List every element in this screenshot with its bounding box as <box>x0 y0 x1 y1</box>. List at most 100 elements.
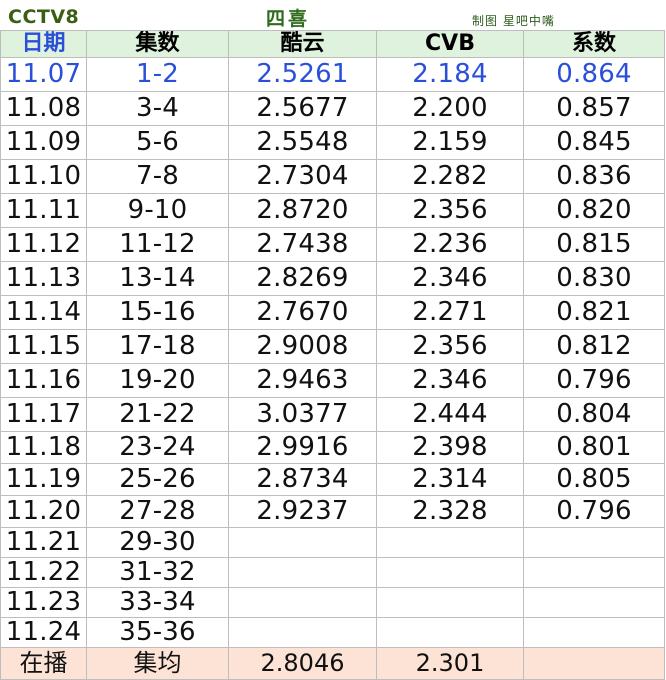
cell-cvb: 2.346 <box>376 363 524 398</box>
column-header-episodes: 集数 <box>86 30 229 58</box>
title-bar: CCTV8 四喜 制图 星吧中嘴 <box>0 0 666 32</box>
cell-episodes: 19-20 <box>86 363 229 398</box>
table-row: 11.19 25-26 2.8734 2.314 0.805 <box>0 463 665 496</box>
cell-episodes: 17-18 <box>86 329 229 364</box>
cell-kuyun <box>228 617 377 648</box>
cell-date: 11.23 <box>0 587 87 618</box>
cell-kuyun: 2.9008 <box>228 329 377 364</box>
cell-date: 11.10 <box>0 159 87 194</box>
table-row: 11.10 7-8 2.7304 2.282 0.836 <box>0 159 665 194</box>
summary-label: 在播 <box>0 647 87 680</box>
cell-episodes: 35-36 <box>86 617 229 648</box>
cell-episodes: 27-28 <box>86 495 229 528</box>
table-row: 11.14 15-16 2.7670 2.271 0.821 <box>0 295 665 330</box>
cell-date: 11.12 <box>0 227 87 262</box>
cell-cvb: 2.184 <box>376 57 524 92</box>
cell-cvb <box>376 587 524 618</box>
cell-ratio <box>523 617 665 648</box>
summary-type: 集均 <box>86 647 229 680</box>
table-row: 11.15 17-18 2.9008 2.356 0.812 <box>0 329 665 364</box>
cell-episodes: 23-24 <box>86 431 229 464</box>
cell-ratio: 0.830 <box>523 261 665 296</box>
cell-cvb: 2.346 <box>376 261 524 296</box>
cell-ratio: 0.812 <box>523 329 665 364</box>
cell-ratio: 0.857 <box>523 91 665 126</box>
cell-kuyun: 2.9237 <box>228 495 377 528</box>
cell-ratio: 0.804 <box>523 397 665 432</box>
cell-kuyun: 2.9916 <box>228 431 377 464</box>
cell-episodes: 7-8 <box>86 159 229 194</box>
cell-ratio <box>523 527 665 558</box>
cell-date: 11.09 <box>0 125 87 160</box>
cell-cvb <box>376 527 524 558</box>
table-row: 11.11 9-10 2.8720 2.356 0.820 <box>0 193 665 228</box>
table-row: 11.13 13-14 2.8269 2.346 0.830 <box>0 261 665 296</box>
cell-episodes: 31-32 <box>86 557 229 588</box>
cell-cvb: 2.282 <box>376 159 524 194</box>
table-row: 11.16 19-20 2.9463 2.346 0.796 <box>0 363 665 398</box>
cell-kuyun: 2.5261 <box>228 57 377 92</box>
cell-cvb: 2.200 <box>376 91 524 126</box>
cell-cvb: 2.271 <box>376 295 524 330</box>
cell-cvb: 2.314 <box>376 463 524 496</box>
cell-ratio: 0.796 <box>523 495 665 528</box>
column-header-cvb: CVB <box>376 30 524 58</box>
cell-kuyun <box>228 527 377 558</box>
ratings-table: 日期 集数 酷云 CVB 系数 11.07 1-2 2.5261 2.184 0.864… <box>0 30 665 680</box>
table-row: 11.18 23-24 2.9916 2.398 0.801 <box>0 431 665 464</box>
cell-cvb <box>376 617 524 648</box>
cell-kuyun: 2.5677 <box>228 91 377 126</box>
cell-kuyun <box>228 557 377 588</box>
table-row: 11.23 33-34 <box>0 587 665 618</box>
cell-date: 11.22 <box>0 557 87 588</box>
table-row: 11.08 3-4 2.5677 2.200 0.857 <box>0 91 665 126</box>
cell-date: 11.17 <box>0 397 87 432</box>
table-row: 11.20 27-28 2.9237 2.328 0.796 <box>0 495 665 528</box>
cell-kuyun: 2.8269 <box>228 261 377 296</box>
cell-episodes: 25-26 <box>86 463 229 496</box>
cell-date: 11.13 <box>0 261 87 296</box>
cell-date: 11.07 <box>0 57 87 92</box>
spreadsheet-view: CCTV8 四喜 制图 星吧中嘴 日期 集数 酷云 CVB 系数 11.07 1-… <box>0 0 666 680</box>
cell-ratio: 0.821 <box>523 295 665 330</box>
cell-cvb: 2.236 <box>376 227 524 262</box>
cell-cvb: 2.398 <box>376 431 524 464</box>
cell-ratio: 0.805 <box>523 463 665 496</box>
cell-kuyun: 2.8734 <box>228 463 377 496</box>
cell-episodes: 1-2 <box>86 57 229 92</box>
cell-ratio: 0.820 <box>523 193 665 228</box>
cell-ratio: 0.796 <box>523 363 665 398</box>
cell-ratio: 0.864 <box>523 57 665 92</box>
column-header-ratio: 系数 <box>523 30 665 58</box>
credit-label: 制图 星吧中嘴 <box>472 14 555 28</box>
cell-kuyun: 2.7670 <box>228 295 377 330</box>
cell-episodes: 21-22 <box>86 397 229 432</box>
cell-date: 11.24 <box>0 617 87 648</box>
cell-date: 11.19 <box>0 463 87 496</box>
table-row: 11.09 5-6 2.5548 2.159 0.845 <box>0 125 665 160</box>
cell-episodes: 33-34 <box>86 587 229 618</box>
cell-kuyun: 3.0377 <box>228 397 377 432</box>
cell-date: 11.08 <box>0 91 87 126</box>
cell-date: 11.20 <box>0 495 87 528</box>
cell-kuyun: 2.8720 <box>228 193 377 228</box>
cell-ratio <box>523 587 665 618</box>
cell-episodes: 29-30 <box>86 527 229 558</box>
summary-kuyun: 2.8046 <box>228 647 377 680</box>
cell-kuyun <box>228 587 377 618</box>
cell-episodes: 5-6 <box>86 125 229 160</box>
cell-ratio <box>523 557 665 588</box>
show-title: 四喜 <box>266 8 311 30</box>
cell-ratio: 0.836 <box>523 159 665 194</box>
table-row: 11.07 1-2 2.5261 2.184 0.864 <box>0 57 665 92</box>
summary-cvb: 2.301 <box>376 647 524 680</box>
cell-cvb: 2.356 <box>376 193 524 228</box>
column-header-date: 日期 <box>0 30 87 58</box>
table-row: 11.17 21-22 3.0377 2.444 0.804 <box>0 397 665 432</box>
summary-ratio <box>523 647 665 680</box>
cell-date: 11.18 <box>0 431 87 464</box>
cell-date: 11.16 <box>0 363 87 398</box>
column-header-kuyun: 酷云 <box>228 30 377 58</box>
cell-cvb: 2.159 <box>376 125 524 160</box>
cell-episodes: 13-14 <box>86 261 229 296</box>
